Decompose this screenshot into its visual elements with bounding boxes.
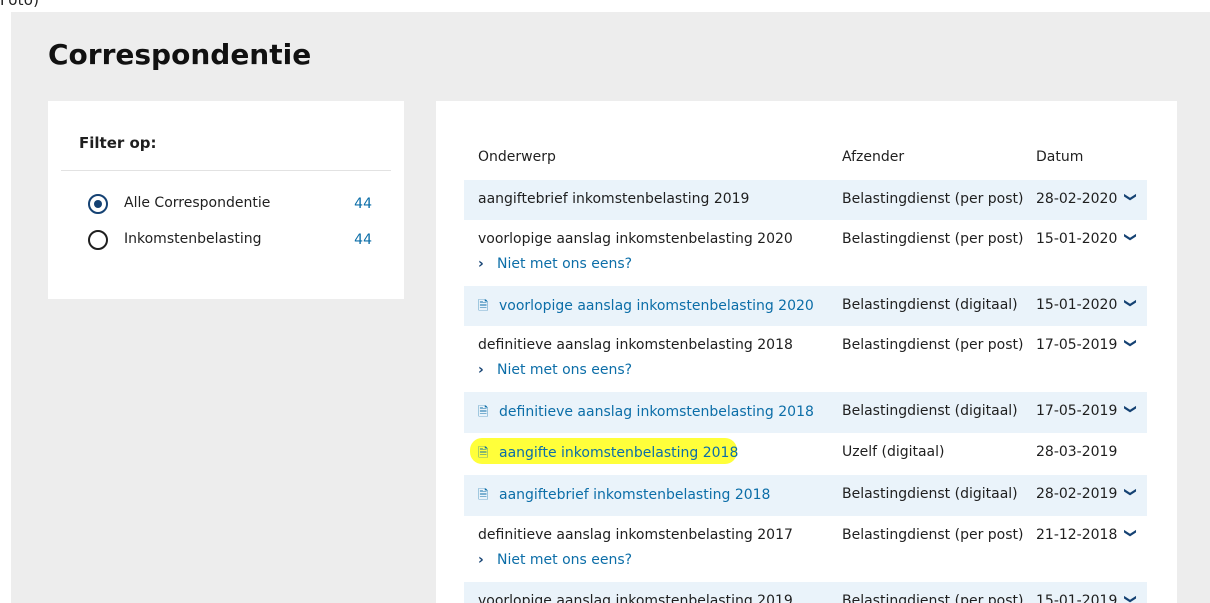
row-date: 28-03-2019 (1036, 444, 1118, 460)
filter-option-alle-correspondentie[interactable]: Alle Correspondentie 44 (88, 194, 378, 220)
row-subject-text: definitieve aanslag inkomstenbelasting 2… (499, 404, 814, 420)
niet-met-ons-eens-label: Niet met ons eens? (497, 552, 633, 568)
row-date: 21-12-2018 (1036, 527, 1118, 543)
filter-divider (61, 170, 391, 171)
page-content: Correspondentie Filter op: Alle Correspo… (11, 12, 1210, 603)
row-subject: aangiftebrief inkomstenbelasting 2019 (478, 191, 750, 207)
row-subject: voorlopige aanslag inkomstenbelasting 20… (478, 231, 793, 247)
filter-option-inkomstenbelasting[interactable]: Inkomstenbelasting 44 (88, 230, 378, 256)
niet-met-ons-eens-link[interactable]: › Niet met ons eens? (478, 552, 632, 568)
filter-title: Filter op: (79, 134, 157, 152)
table-row: 🗎 definitieve aanslag inkomstenbelasting … (464, 392, 1147, 433)
row-date: 15-01-2019 (1036, 593, 1118, 603)
table-row: definitieve aanslag inkomstenbelasting 2… (464, 516, 1147, 581)
chevron-right-icon: › (478, 362, 484, 378)
filter-option-count: 44 (354, 196, 372, 212)
row-date: 28-02-2019 (1036, 486, 1118, 502)
document-icon: 🗎 (478, 299, 489, 314)
row-sender: Belastingdienst (digitaal) (842, 403, 1018, 419)
table-row: 🗎 voorlopige aanslag inkomstenbelasting 2… (464, 286, 1147, 326)
row-subject: definitieve aanslag inkomstenbelasting 2… (478, 527, 793, 543)
chevron-down-icon[interactable]: ❯ (1124, 487, 1138, 497)
chevron-down-icon[interactable]: ❯ (1124, 338, 1138, 348)
column-header-date: Datum (1036, 149, 1084, 165)
table-row: aangiftebrief inkomstenbelasting 2019 Be… (464, 180, 1147, 220)
correspondence-list: Onderwerp Afzender Datum aangiftebrief i… (436, 101, 1177, 603)
filter-option-count: 44 (354, 232, 372, 248)
page-title: Correspondentie (48, 38, 312, 71)
row-subject-link[interactable]: 🗎 voorlopige aanslag inkomstenbelasting 2… (478, 297, 814, 319)
chevron-down-icon[interactable]: ❯ (1124, 404, 1138, 414)
chevron-down-icon[interactable]: ❯ (1124, 594, 1138, 603)
row-subject: voorlopige aanslag inkomstenbelasting 20… (478, 593, 793, 603)
row-sender: Belastingdienst (digitaal) (842, 486, 1018, 502)
row-subject-text: voorlopige aanslag inkomstenbelasting 20… (499, 298, 814, 314)
row-date: 17-05-2019 (1036, 403, 1118, 419)
table-row: voorlopige aanslag inkomstenbelasting 20… (464, 582, 1147, 603)
chevron-down-icon[interactable]: ❯ (1124, 528, 1138, 538)
row-subject-link[interactable]: 🗎 definitieve aanslag inkomstenbelasting … (478, 403, 814, 425)
page-top-fragment: Foto) (0, 0, 40, 9)
row-date: 28-02-2020 (1036, 191, 1118, 207)
column-header-sender: Afzender (842, 149, 905, 165)
row-sender: Belastingdienst (per post) (842, 527, 1024, 543)
chevron-down-icon[interactable]: ❯ (1124, 232, 1138, 242)
niet-met-ons-eens-link[interactable]: › Niet met ons eens? (478, 362, 632, 378)
table-row: voorlopige aanslag inkomstenbelasting 20… (464, 220, 1147, 285)
row-subject-text: aangiftebrief inkomstenbelasting 2018 (499, 487, 771, 503)
filter-panel: Filter op: Alle Correspondentie 44 Inkom… (48, 101, 404, 299)
filter-option-label: Inkomstenbelasting (124, 231, 262, 247)
filter-option-label: Alle Correspondentie (124, 195, 271, 211)
document-icon: 🗎 (478, 488, 489, 503)
niet-met-ons-eens-link[interactable]: › Niet met ons eens? (478, 256, 632, 272)
row-sender: Belastingdienst (per post) (842, 337, 1024, 353)
chevron-right-icon: › (478, 256, 484, 272)
table-row: 🗎 aangifte inkomstenbelasting 2018 Uzelf … (464, 433, 1147, 475)
row-subject-link[interactable]: 🗎 aangifte inkomstenbelasting 2018 (478, 444, 738, 466)
row-date: 17-05-2019 (1036, 337, 1118, 353)
radio-unselected-icon[interactable] (88, 230, 108, 250)
row-sender: Belastingdienst (per post) (842, 231, 1024, 247)
row-subject-link[interactable]: 🗎 aangiftebrief inkomstenbelasting 2018 (478, 486, 770, 508)
row-sender: Belastingdienst (per post) (842, 191, 1024, 207)
row-date: 15-01-2020 (1036, 297, 1118, 313)
table-row: 🗎 aangiftebrief inkomstenbelasting 2018 B… (464, 475, 1147, 516)
chevron-right-icon: › (478, 552, 484, 568)
niet-met-ons-eens-label: Niet met ons eens? (497, 362, 633, 378)
radio-selected-icon[interactable] (88, 194, 108, 214)
row-subject-text: aangifte inkomstenbelasting 2018 (499, 445, 739, 461)
row-sender: Uzelf (digitaal) (842, 444, 945, 460)
document-icon: 🗎 (478, 446, 489, 461)
niet-met-ons-eens-label: Niet met ons eens? (497, 256, 633, 272)
row-subject: definitieve aanslag inkomstenbelasting 2… (478, 337, 793, 353)
row-sender: Belastingdienst (per post) (842, 593, 1024, 603)
chevron-down-icon[interactable]: ❯ (1124, 298, 1138, 308)
column-header-subject: Onderwerp (478, 149, 556, 165)
row-date: 15-01-2020 (1036, 231, 1118, 247)
chevron-down-icon[interactable]: ❯ (1124, 192, 1138, 202)
document-icon: 🗎 (478, 405, 489, 420)
table-row: definitieve aanslag inkomstenbelasting 2… (464, 326, 1147, 391)
row-sender: Belastingdienst (digitaal) (842, 297, 1018, 313)
